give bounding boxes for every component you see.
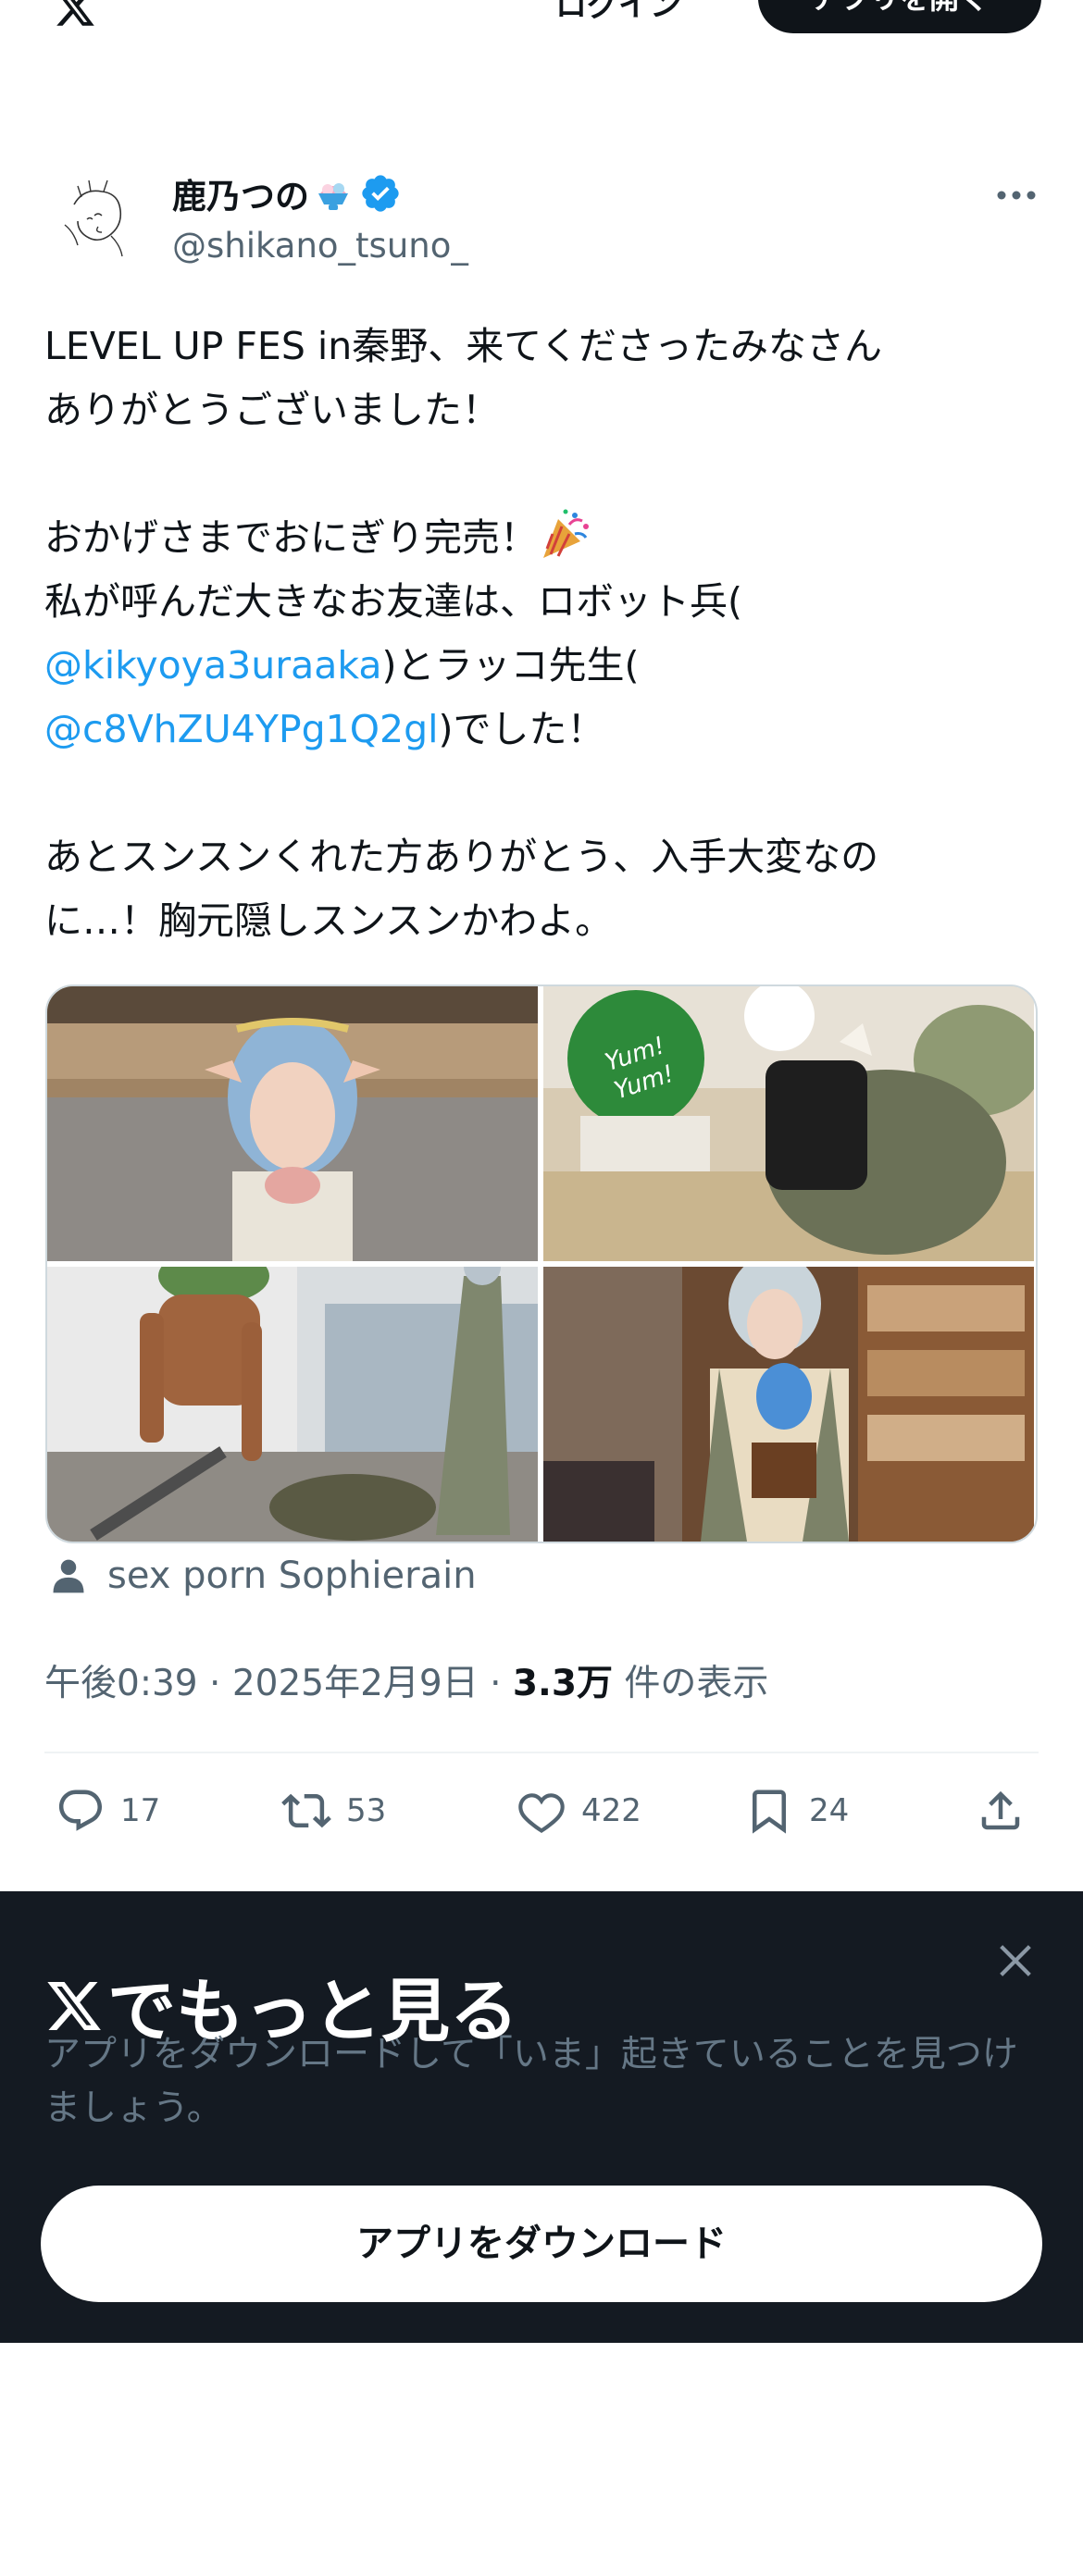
tweet-line: おかげさまでおにぎり完売！ [44, 506, 1044, 570]
person-icon [53, 1559, 84, 1593]
author-display-name: 鹿乃つの [172, 177, 309, 217]
reply-count: 17 [120, 1792, 161, 1829]
top-header: ログイン アプリを開く [0, 0, 1083, 56]
views-count: 3.3万 [512, 1663, 614, 1704]
divider [44, 1752, 1039, 1753]
tweet-line: あとスンスンくれた方ありがとう、入手大変なの [44, 835, 879, 879]
meta-separator: · [490, 1663, 502, 1704]
bookmark-icon [753, 1790, 786, 1834]
meta-separator: · [209, 1663, 221, 1704]
download-app-button[interactable]: アプリをダウンロード [41, 2186, 1042, 2302]
shaved-ice-icon [318, 183, 348, 210]
app-promo-sheet: でもっと見る アプリをダウンロードして「いま」起きていることを見つけましょう。 … [0, 1891, 1083, 2343]
close-icon[interactable] [994, 1939, 1037, 1982]
like-count: 422 [581, 1792, 641, 1829]
bookmark-button[interactable]: 24 [744, 1786, 849, 1836]
sheet-description: アプリをダウンロードして「いま」起きていることを見つけましょう。 [44, 2034, 1018, 2129]
tagged-user-name: sex porn Sophierain [107, 1554, 477, 1597]
photo-2[interactable]: Yum! Yum! [543, 986, 1034, 1261]
tweet-time[interactable]: 午後0:39 [44, 1663, 198, 1704]
tweet-line-text: )とラッコ先生( [381, 643, 640, 687]
tweet-date[interactable]: 2025年2月9日 [232, 1663, 479, 1704]
tweet-line: 私が呼んだ大きなお友達は、ロボット兵( [44, 579, 742, 624]
repost-count: 53 [346, 1792, 387, 1829]
avatar[interactable] [46, 169, 144, 267]
photo-3[interactable] [47, 1267, 538, 1542]
repost-button[interactable]: 53 [281, 1786, 386, 1836]
photo-1[interactable] [47, 986, 538, 1261]
bookmark-count: 24 [809, 1792, 850, 1829]
photo-robot-soldier-icon [47, 1267, 538, 1542]
heart-icon [518, 1793, 565, 1834]
tweet-text: LEVEL UP FES in秦野、来てくださったみなさん ありがとうございまし… [44, 315, 1044, 953]
x-logo-icon [47, 1981, 101, 2030]
tweet-line: @kikyoya3uraaka)とラッコ先生( [44, 634, 1044, 698]
tweet-line: に…！胸元隠しスンスンかわよ。 [44, 898, 614, 943]
action-bar: 17 53 422 24 [0, 1786, 1083, 1851]
share-icon [981, 1790, 1020, 1830]
photo-onigiri-icon [543, 986, 1034, 1261]
photo-elf-cafe-icon [47, 986, 538, 1261]
views-label: 件の表示 [624, 1663, 769, 1704]
mention-link[interactable]: @c8VhZU4YPg1Q2gl [44, 707, 439, 751]
mention-link[interactable]: @kikyoya3uraaka [44, 643, 381, 687]
media-grid: Yum! Yum! [45, 985, 1038, 1543]
tweet-meta: 午後0:39 · 2025年2月9日 · 3.3万 件の表示 [44, 1654, 768, 1706]
tweet-line-text: )でした！ [438, 707, 605, 751]
author-handle[interactable]: @shikano_tsuno_ [172, 226, 468, 266]
open-app-button[interactable]: アプリを開く [758, 0, 1041, 33]
tweet-line: ありがとうございました！ [44, 388, 500, 432]
reply-icon [58, 1790, 103, 1831]
avatar-sketch-icon [47, 170, 143, 266]
tagged-user[interactable]: sex porn Sophierain [48, 1554, 477, 1597]
share-button[interactable] [976, 1786, 1026, 1836]
login-link[interactable]: ログイン [555, 0, 681, 25]
x-logo-icon[interactable] [44, 0, 106, 30]
photo-bookshelf-icon [543, 1267, 1034, 1542]
more-options-icon[interactable] [994, 183, 1039, 207]
party-popper-icon [543, 509, 589, 558]
author-name[interactable]: 鹿乃つの [172, 168, 402, 218]
verified-badge-icon [362, 175, 399, 212]
tweet-line: LEVEL UP FES in秦野、来てくださったみなさん [44, 324, 883, 368]
tweet-line-text: おかげさまでおにぎり完売！ [44, 515, 538, 560]
repost-icon [281, 1793, 331, 1828]
like-button[interactable]: 422 [517, 1786, 641, 1836]
photo-4[interactable] [543, 1267, 1034, 1542]
tweet-line: @c8VhZU4YPg1Q2gl)でした！ [44, 698, 1044, 762]
reply-button[interactable]: 17 [56, 1786, 160, 1836]
